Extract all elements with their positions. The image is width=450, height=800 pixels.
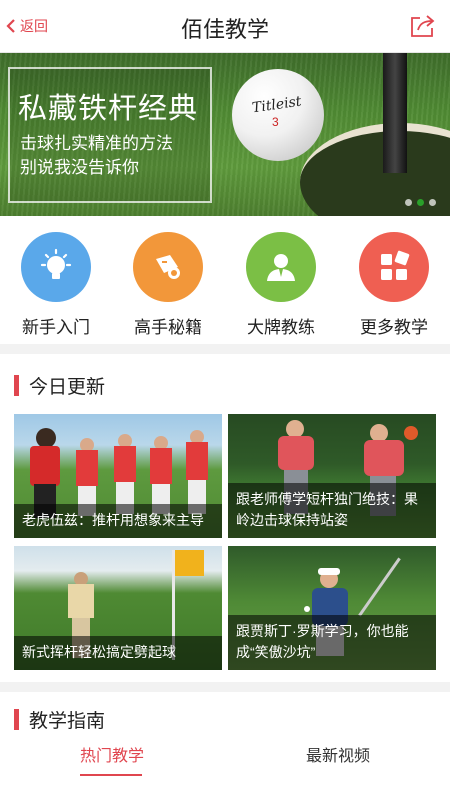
section-accent-bar [14, 709, 19, 730]
category-row: 新手入门 高手秘籍 大牌教练 更多教学 [0, 216, 450, 344]
grid-more-icon [359, 232, 429, 302]
tab-latest-videos[interactable]: 最新视频 [306, 742, 370, 766]
article-caption: 跟老师傅学短杆独门绝技：果岭边击球保持站姿 [228, 483, 436, 538]
article-caption: 跟贾斯丁·罗斯学习，你也能成“笑傲沙坑” [228, 615, 436, 670]
category-beginner[interactable]: 新手入门 [6, 232, 106, 338]
tab-hot-teaching[interactable]: 热门教学 [80, 742, 144, 766]
banner-subline-1: 击球扎实精准的方法 [20, 134, 173, 153]
banner-subline-2: 别说我没告诉你 [20, 158, 139, 177]
today-section: 今日更新 老虎伍兹：推杆用想象来主导 跟老师傅学短杆独门绝技：果岭边击球保持站姿… [0, 354, 450, 682]
section-title: 今日更新 [29, 377, 106, 398]
category-expert-secrets[interactable]: 高手秘籍 [118, 232, 218, 338]
article-card[interactable]: 跟老师傅学短杆独门绝技：果岭边击球保持站姿 [228, 414, 436, 538]
category-label: 更多教学 [360, 318, 428, 337]
category-label: 大牌教练 [247, 318, 315, 337]
article-card[interactable]: 跟贾斯丁·罗斯学习，你也能成“笑傲沙坑” [228, 546, 436, 670]
carousel-dot[interactable] [405, 199, 412, 206]
page-title: 佰佳教学 [180, 17, 269, 42]
carousel-dot[interactable] [429, 199, 436, 206]
section-header: 今日更新 [14, 372, 105, 399]
promo-banner[interactable]: Titleist 3 私藏铁杆经典 击球扎实精准的方法 别说我没告诉你 [0, 53, 450, 216]
secret-book-icon [133, 232, 203, 302]
guide-tabs: 热门教学 最新视频 [0, 736, 450, 800]
carousel-dots [405, 199, 436, 206]
top-bar: 返回 佰佳教学 [0, 0, 450, 53]
article-caption: 老虎伍兹：推杆用想象来主导 [14, 504, 222, 538]
article-card[interactable]: 老虎伍兹：推杆用想象来主导 [14, 414, 222, 538]
carousel-dot-active[interactable] [417, 199, 424, 206]
coach-icon [246, 232, 316, 302]
category-label: 高手秘籍 [134, 318, 202, 337]
article-caption: 新式挥杆轻松搞定劈起球 [14, 636, 222, 670]
ball-number: 3 [272, 115, 279, 129]
share-icon [411, 15, 435, 37]
active-tab-indicator [80, 774, 142, 776]
flag-pole [383, 53, 407, 173]
share-button[interactable] [408, 12, 436, 40]
category-more[interactable]: 更多教学 [344, 232, 444, 338]
category-star-coach[interactable]: 大牌教练 [231, 232, 331, 338]
banner-headline: 私藏铁杆经典 [18, 93, 199, 125]
guide-section: 教学指南 [0, 692, 450, 736]
section-accent-bar [14, 375, 19, 396]
category-label: 新手入门 [22, 318, 90, 337]
lightbulb-icon [21, 232, 91, 302]
section-header: 教学指南 [14, 706, 105, 733]
article-card[interactable]: 新式挥杆轻松搞定劈起球 [14, 546, 222, 670]
section-title: 教学指南 [29, 711, 106, 732]
